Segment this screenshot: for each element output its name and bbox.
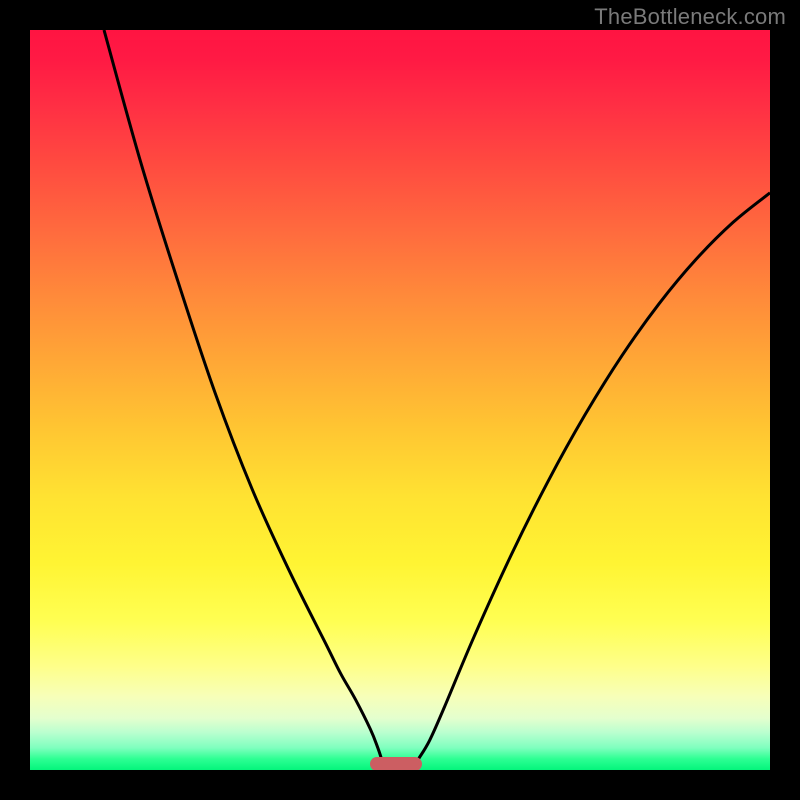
bottleneck-curve [30, 30, 770, 770]
watermark-text: TheBottleneck.com [594, 4, 786, 30]
curve-path [104, 30, 770, 759]
bottleneck-marker [370, 757, 422, 770]
chart-container: TheBottleneck.com [0, 0, 800, 800]
plot-area [30, 30, 770, 770]
